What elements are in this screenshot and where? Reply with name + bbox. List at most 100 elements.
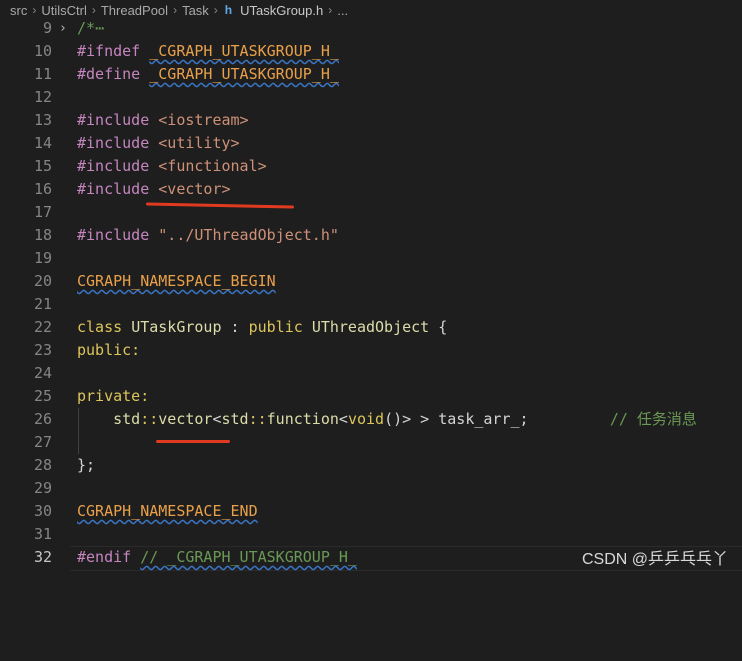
breadcrumb-utilsctrl[interactable]: UtilsCtrl bbox=[41, 3, 87, 18]
code-line: 14 #include <utility> bbox=[0, 132, 742, 155]
punctuation-token: { bbox=[429, 318, 448, 336]
line-number: 10 bbox=[33, 42, 52, 60]
code-line: 23 public: bbox=[0, 339, 742, 362]
line-number: 12 bbox=[33, 88, 52, 106]
code-line: 17 bbox=[0, 201, 742, 224]
preprocessor-token: #include bbox=[77, 134, 150, 152]
macro-token: CGRAPH_NAMESPACE_BEGIN bbox=[77, 272, 276, 290]
line-number: 21 bbox=[33, 295, 52, 313]
keyword-token: public: bbox=[77, 341, 141, 359]
code-line: 19 bbox=[0, 247, 742, 270]
punctuation-token: < bbox=[212, 410, 222, 428]
code-line: 15 #include <functional> bbox=[0, 155, 742, 178]
breadcrumb-src[interactable]: src bbox=[10, 3, 27, 18]
macro-token: _CGRAPH_UTASKGROUP_H_ bbox=[149, 42, 339, 60]
code-line: 30 CGRAPH_NAMESPACE_END bbox=[0, 500, 742, 523]
macro-token: _CGRAPH_UTASKGROUP_H_ bbox=[149, 65, 339, 83]
code-line: 16 #include <vector> bbox=[0, 178, 742, 201]
keyword-token: public bbox=[248, 318, 303, 336]
namespace-token: std bbox=[113, 410, 141, 428]
line-number: 25 bbox=[33, 387, 52, 405]
line-number: 14 bbox=[33, 134, 52, 152]
watermark: CSDN @乒乒乓乓丫 bbox=[581, 551, 728, 568]
chevron-right-icon: › bbox=[173, 3, 178, 17]
type-token: function bbox=[266, 410, 339, 428]
line-number: 13 bbox=[33, 111, 52, 129]
chevron-right-icon: › bbox=[328, 3, 333, 17]
line-number: 17 bbox=[33, 203, 52, 221]
identifier-token: ()> > task_arr_; bbox=[384, 410, 529, 428]
line-number: 24 bbox=[33, 364, 52, 382]
comment-token: /* bbox=[77, 19, 96, 37]
code-line: 26 std::vector<std::function<void()> > t… bbox=[0, 408, 742, 431]
include-path: <vector> bbox=[158, 180, 231, 198]
preprocessor-token: #include bbox=[77, 226, 150, 244]
punctuation-token: < bbox=[338, 410, 348, 428]
code-line: 21 bbox=[0, 293, 742, 316]
type-token: UThreadObject bbox=[311, 318, 430, 336]
code-line: 24 bbox=[0, 362, 742, 385]
code-line: 20 CGRAPH_NAMESPACE_BEGIN bbox=[0, 270, 742, 293]
chevron-right-icon: › bbox=[213, 3, 218, 17]
fold-chevron-icon[interactable]: › bbox=[59, 17, 67, 40]
preprocessor-token: #include bbox=[77, 157, 150, 175]
type-token: vector bbox=[158, 410, 213, 428]
line-number: 20 bbox=[33, 272, 52, 290]
indent-guide bbox=[78, 431, 79, 454]
code-line: 25 private: bbox=[0, 385, 742, 408]
breadcrumb-ellipsis[interactable]: ... bbox=[337, 3, 348, 18]
keyword-token: private: bbox=[77, 387, 150, 405]
code-line: 31 bbox=[0, 523, 742, 546]
include-path: <functional> bbox=[158, 157, 267, 175]
folded-ellipsis: ⋯ bbox=[95, 19, 105, 37]
preprocessor-token: #include bbox=[77, 180, 150, 198]
chevron-right-icon: › bbox=[32, 3, 37, 17]
preprocessor-token: #ifndef bbox=[77, 42, 141, 60]
code-line: 12 bbox=[0, 86, 742, 109]
line-number: 16 bbox=[33, 180, 52, 198]
line-number: 23 bbox=[33, 341, 52, 359]
keyword-token: class bbox=[77, 318, 123, 336]
code-line: 29 bbox=[0, 477, 742, 500]
header-file-icon: h bbox=[224, 3, 233, 17]
chevron-right-icon: › bbox=[91, 3, 96, 17]
line-number: 28 bbox=[33, 456, 52, 474]
line-number: 26 bbox=[33, 410, 52, 428]
line-number: 18 bbox=[33, 226, 52, 244]
preprocessor-token: #include bbox=[77, 111, 150, 129]
breadcrumb-task[interactable]: Task bbox=[182, 3, 209, 18]
include-path: "../UThreadObject.h" bbox=[158, 226, 339, 244]
line-number: 31 bbox=[33, 525, 52, 543]
code-line: 28 }; bbox=[0, 454, 742, 477]
code-line: 18 #include "../UThreadObject.h" bbox=[0, 224, 742, 247]
comment-token: // 任务消息 bbox=[609, 410, 697, 428]
punctuation-token: }; bbox=[77, 456, 96, 474]
code-line: 11 #define _CGRAPH_UTASKGROUP_H_ bbox=[0, 63, 742, 86]
type-token: UTaskGroup bbox=[131, 318, 222, 336]
breadcrumb-file[interactable]: UTaskGroup.h bbox=[240, 3, 323, 18]
code-line: 10 #ifndef _CGRAPH_UTASKGROUP_H_ bbox=[0, 40, 742, 63]
comment-token: // _CGRAPH_UTASKGROUP_H_ bbox=[140, 548, 357, 566]
line-number: 30 bbox=[33, 502, 52, 520]
include-path: <iostream> bbox=[158, 111, 249, 129]
preprocessor-token: #endif bbox=[77, 548, 132, 566]
macro-token: CGRAPH_NAMESPACE_END bbox=[77, 502, 258, 520]
red-annotation-underline bbox=[156, 440, 230, 443]
line-number: 11 bbox=[33, 65, 52, 83]
line-number: 22 bbox=[33, 318, 52, 336]
code-line: 27 bbox=[0, 431, 742, 454]
line-number: 32 bbox=[33, 548, 52, 566]
punctuation-token: : bbox=[221, 318, 249, 336]
namespace-token: std bbox=[221, 410, 249, 428]
code-editor[interactable]: 9 › /*⋯ 10 #ifndef _CGRAPH_UTASKGROUP_H_… bbox=[0, 17, 742, 571]
breadcrumb-threadpool[interactable]: ThreadPool bbox=[101, 3, 168, 18]
line-number: 15 bbox=[33, 157, 52, 175]
preprocessor-token: #define bbox=[77, 65, 141, 83]
include-path: <utility> bbox=[158, 134, 240, 152]
keyword-token: void bbox=[347, 410, 385, 428]
punctuation-token: :: bbox=[140, 410, 159, 428]
line-number: 29 bbox=[33, 479, 52, 497]
line-number: 27 bbox=[33, 433, 52, 451]
line-number: 9 bbox=[42, 19, 52, 37]
code-line: 22 class UTaskGroup : public UThreadObje… bbox=[0, 316, 742, 339]
